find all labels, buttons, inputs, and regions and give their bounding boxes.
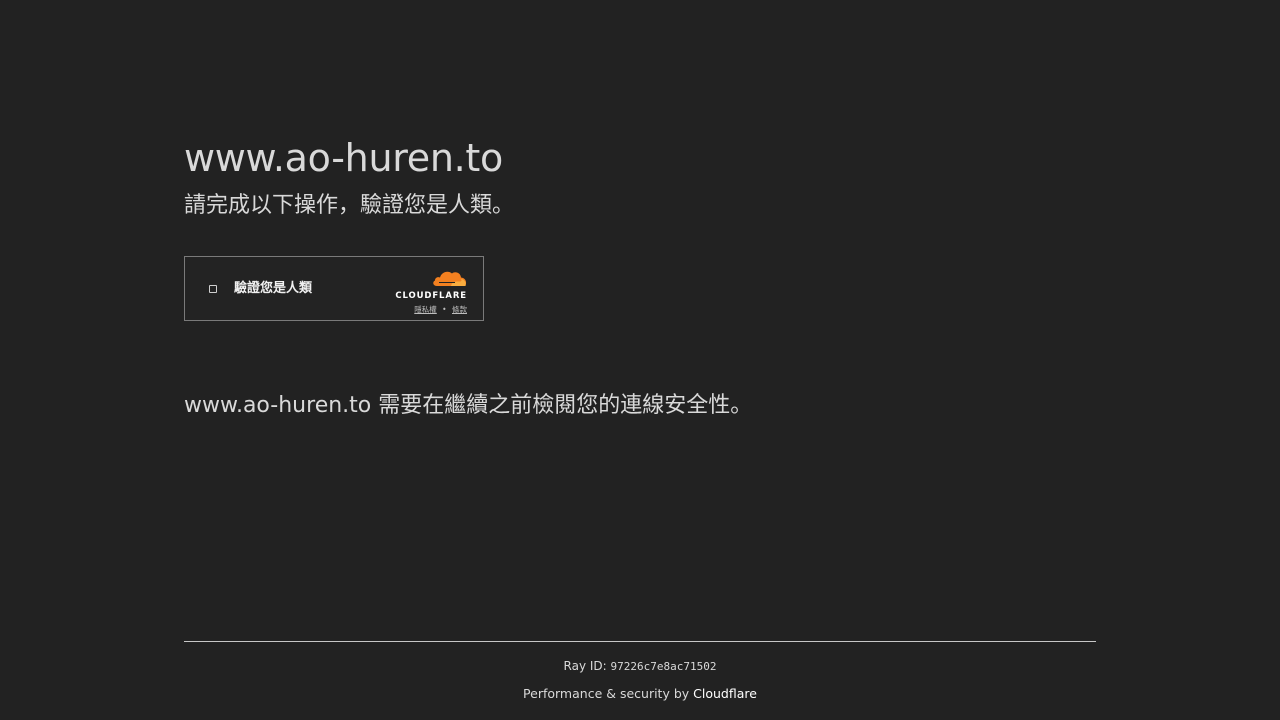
verification-instruction: 請完成以下操作，驗證您是人類。: [184, 193, 515, 218]
site-title: www.ao-huren.to: [184, 136, 503, 180]
link-separator: •: [442, 305, 447, 314]
main-content: www.ao-huren.to 請完成以下操作，驗證您是人類。 驗證您是人類 C…: [184, 132, 1096, 418]
verify-human-control[interactable]: 驗證您是人類: [209, 281, 312, 297]
privacy-link[interactable]: 隱私權: [414, 305, 437, 314]
turnstile-links: 隱私權 • 條款: [414, 304, 467, 315]
ray-id-label: Ray ID:: [563, 659, 607, 673]
terms-link[interactable]: 條款: [452, 305, 467, 314]
verify-human-checkbox[interactable]: [209, 285, 217, 293]
footer: Ray ID: 97226c7e8ac71502 Performance & s…: [184, 641, 1096, 702]
cloudflare-cloud-icon: [433, 271, 467, 286]
ray-id-line: Ray ID: 97226c7e8ac71502: [184, 658, 1096, 675]
performance-text: Performance & security by: [523, 686, 690, 701]
cloudflare-footer-link[interactable]: Cloudflare: [693, 686, 757, 701]
verify-human-label[interactable]: 驗證您是人類: [234, 281, 312, 297]
cloudflare-wordmark: CLOUDFLARE: [395, 291, 467, 301]
performance-line: Performance & security by Cloudflare: [184, 686, 1096, 702]
security-review-message: www.ao-huren.to 需要在繼續之前檢閱您的連線安全性。: [184, 393, 753, 418]
turnstile-widget: 驗證您是人類 CLOUDFLARE 隱私權 • 條款: [184, 256, 484, 321]
challenge-page: www.ao-huren.to 請完成以下操作，驗證您是人類。 驗證您是人類 C…: [0, 0, 1280, 720]
cloudflare-brand: CLOUDFLARE 隱私權 • 條款: [387, 267, 467, 315]
ray-id-value: 97226c7e8ac71502: [610, 660, 717, 673]
